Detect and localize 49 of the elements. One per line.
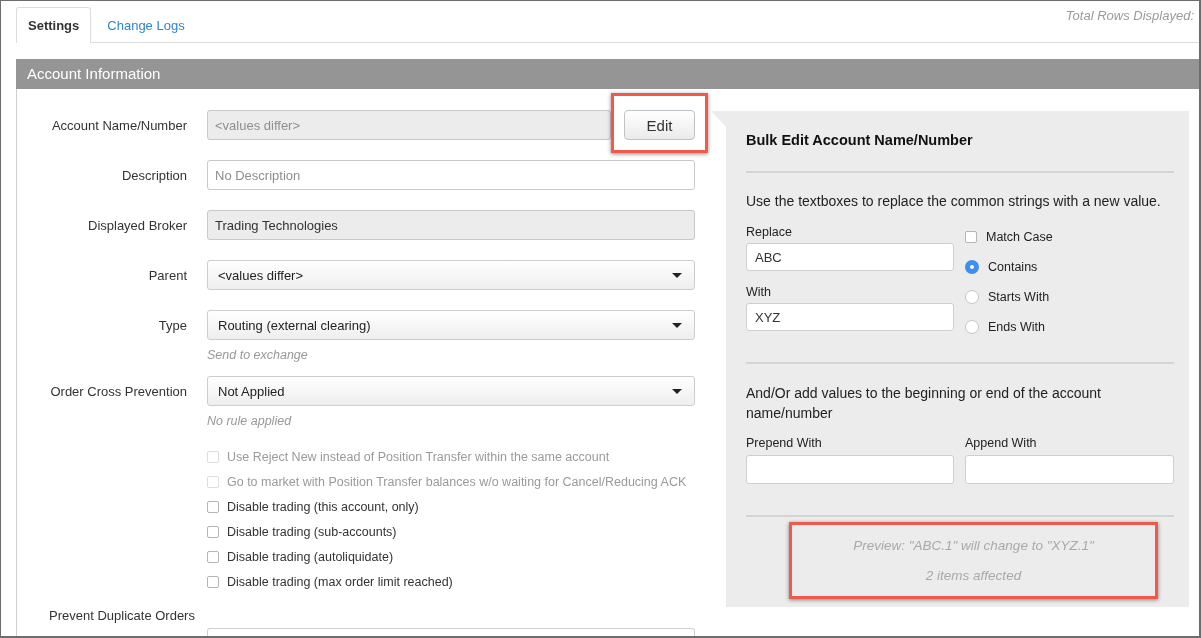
- caret-down-icon: [672, 272, 682, 278]
- instructions-text: Use the textboxes to replace the common strings with a new value.: [746, 192, 1161, 210]
- field-hint: No rule applied: [207, 414, 293, 429]
- tab[interactable]: Settings: [16, 7, 92, 43]
- text-field[interactable]: XYZ: [746, 303, 954, 331]
- field-label: Append With: [965, 435, 1037, 451]
- radio-label[interactable]: Starts With: [988, 290, 1050, 304]
- preview-text: 2 items affected: [925, 567, 1022, 585]
- checkbox[interactable]: [207, 500, 219, 513]
- checkbox-label[interactable]: Disable trading (max order limit reached): [227, 574, 453, 589]
- radio-button[interactable]: [965, 320, 979, 334]
- radio-label[interactable]: Contains: [988, 260, 1038, 274]
- checkbox[interactable]: [965, 231, 977, 243]
- field-label: Account Name/Number: [50, 117, 187, 133]
- section-subheading: Prevent Duplicate Orders: [49, 607, 195, 625]
- checkbox[interactable]: [207, 575, 219, 588]
- panel-title: Bulk Edit Account Name/Number: [746, 131, 973, 149]
- field-label: Displayed Broker: [87, 217, 187, 233]
- instructions-text: And/Or add values to the beginning or end of the account name/number: [746, 384, 1102, 423]
- dropdown[interactable]: Not Applied: [207, 376, 695, 406]
- section-header: Account Information: [16, 59, 1199, 89]
- preview-text: Preview: "ABC.1" will change to "XYZ.1": [853, 537, 1094, 555]
- tab[interactable]: Change Logs: [91, 7, 201, 43]
- radio-button[interactable]: [965, 290, 979, 304]
- text-field[interactable]: [965, 455, 1174, 484]
- checkbox-label[interactable]: Disable trading (sub-accounts): [227, 524, 397, 539]
- text-field[interactable]: ABC: [746, 243, 954, 271]
- checkbox-label[interactable]: Disable trading (autoliquidate): [227, 549, 394, 564]
- field-label: Replace: [746, 224, 792, 240]
- checkbox[interactable]: [207, 550, 219, 563]
- total-rows-text: Total Rows Displayed:: [1065, 8, 1194, 23]
- field-label: Order Cross Prevention: [49, 383, 187, 399]
- field-hint: Send to exchange: [207, 348, 309, 363]
- field-label: Parent: [147, 267, 187, 283]
- radio-button[interactable]: [965, 260, 979, 274]
- checkbox[interactable]: [207, 525, 219, 538]
- caret-down-icon: [672, 388, 682, 394]
- checkbox-label[interactable]: Disable trading (this account, only): [227, 499, 419, 514]
- field-label: Type: [157, 317, 187, 333]
- dropdown[interactable]: Routing (external clearing): [207, 310, 695, 340]
- dropdown[interactable]: <values differ>: [207, 260, 695, 290]
- field-label: With: [746, 284, 771, 300]
- field-label: Prepend With: [746, 435, 822, 451]
- checkbox-label[interactable]: Match Case: [986, 230, 1053, 244]
- caret-down-icon: [672, 322, 682, 328]
- text-field[interactable]: [746, 455, 954, 484]
- text-field[interactable]: No Description: [207, 160, 695, 190]
- field-label: Description: [120, 167, 187, 183]
- radio-label[interactable]: Ends With: [988, 320, 1045, 334]
